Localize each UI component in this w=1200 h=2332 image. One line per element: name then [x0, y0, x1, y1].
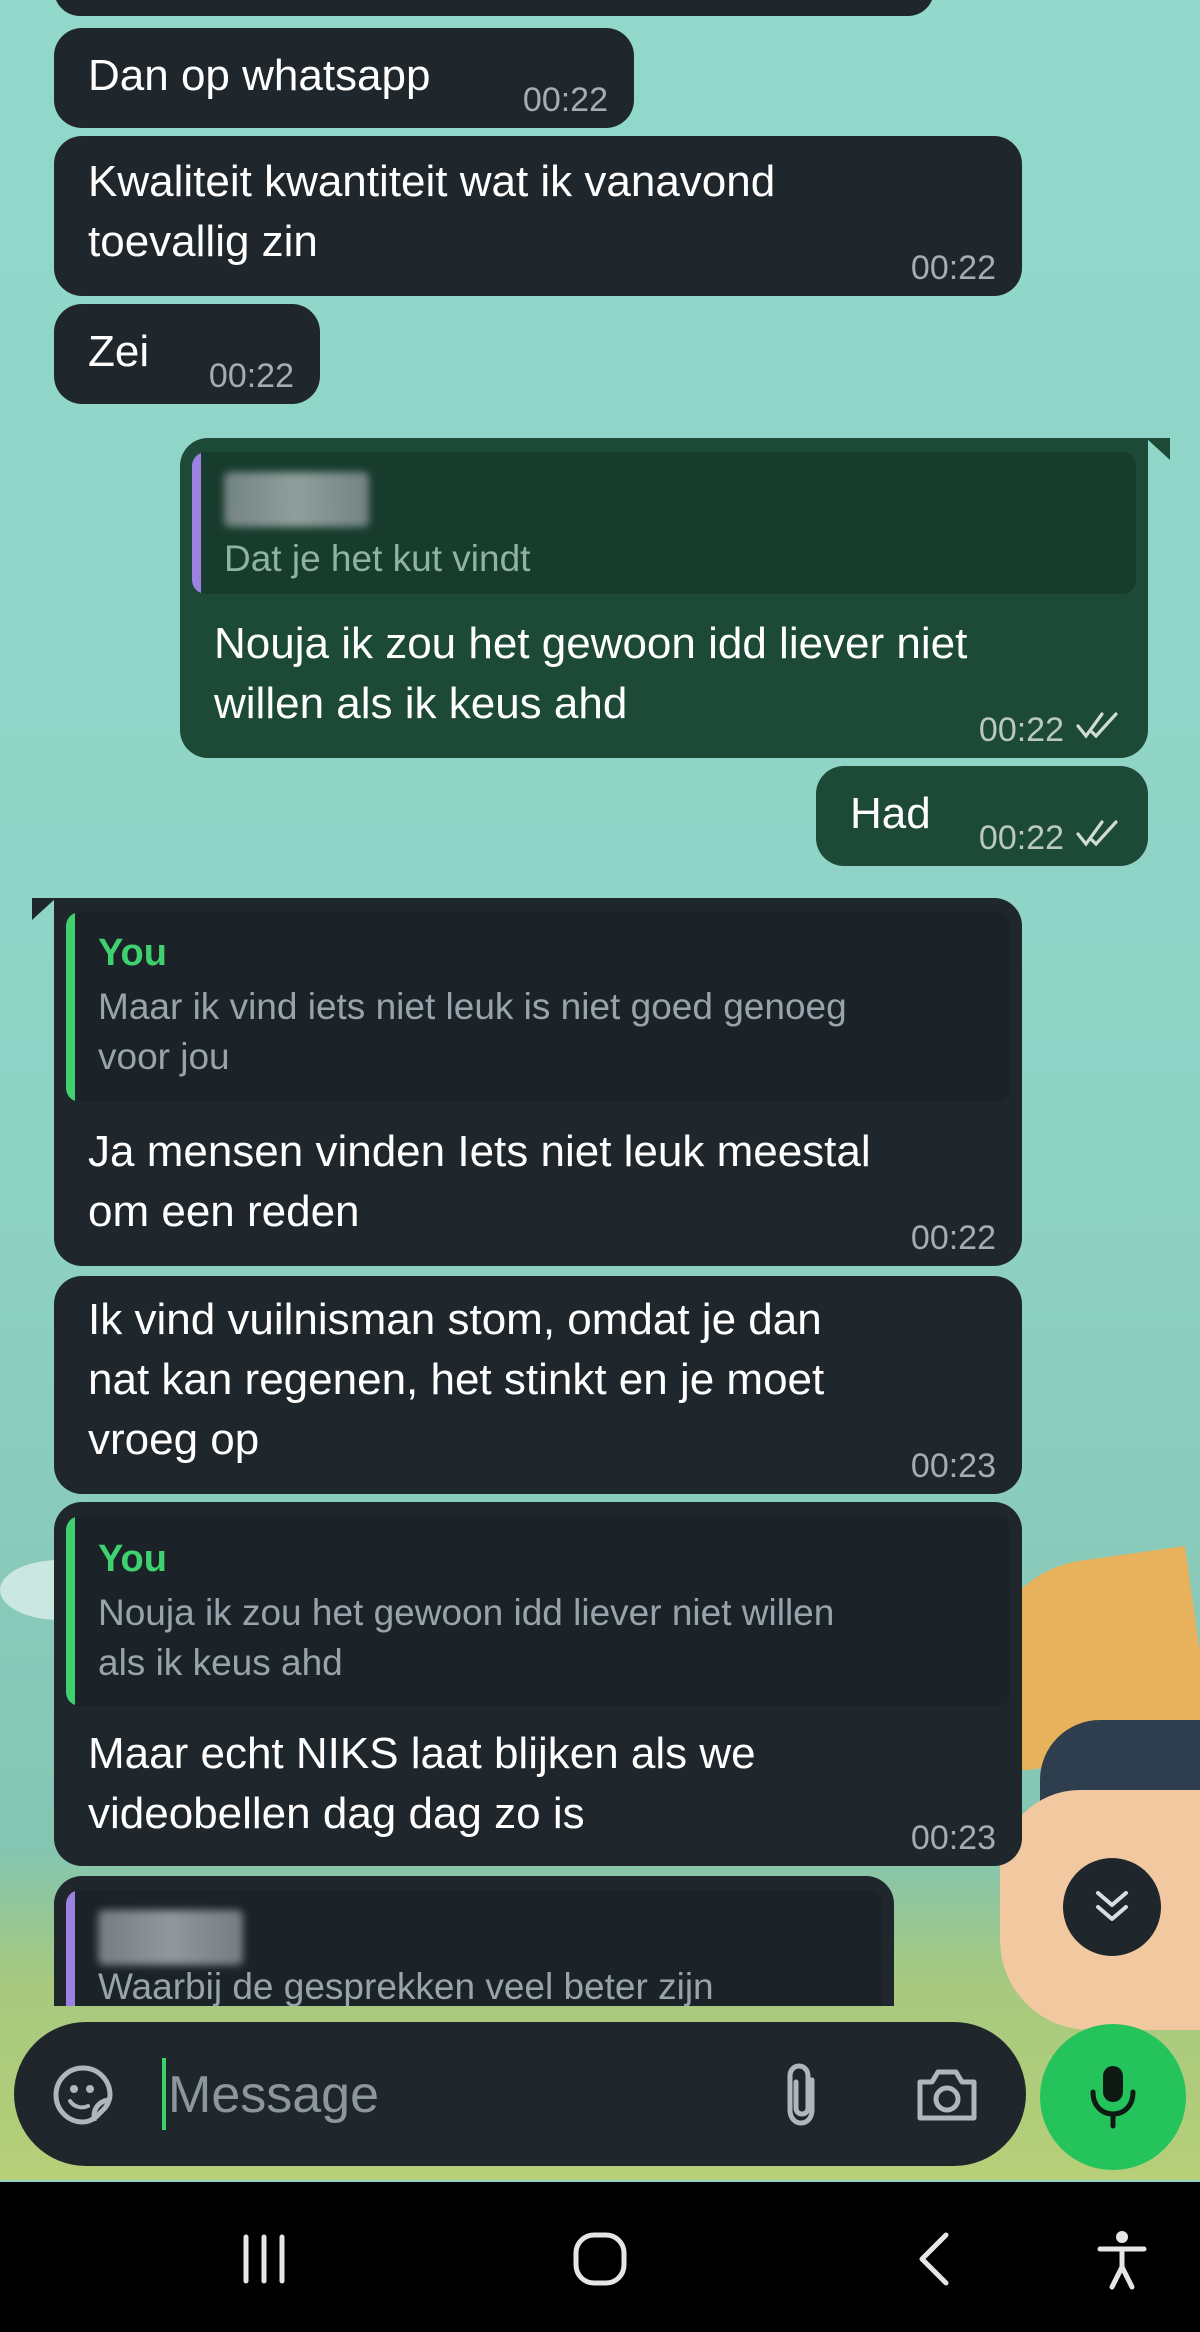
message-input[interactable] — [166, 2052, 770, 2138]
read-ticks-icon — [1076, 712, 1118, 739]
message-time: 00:23 — [910, 1819, 996, 1857]
previous-message-edge — [54, 0, 934, 16]
paperclip-icon[interactable] — [778, 2062, 828, 2128]
message-time: 00:22 — [522, 81, 608, 119]
message-time: 00:22 — [978, 711, 1064, 749]
accessibility-icon[interactable] — [1090, 2227, 1154, 2291]
message-bubble-outgoing[interactable]: Had 00:22 — [816, 766, 1148, 866]
reply-quote[interactable]: You Nouja ik zou het gewoon idd liever n… — [66, 1516, 1010, 1706]
message-text: Nouja ik zou het gewoon idd liever niet … — [214, 619, 968, 728]
message-text: Zei — [88, 327, 150, 376]
message-text: Ik vind vuilnisman stom, omdat je dan na… — [88, 1295, 825, 1464]
voice-message-button[interactable] — [1040, 2024, 1186, 2170]
home-icon[interactable] — [568, 2227, 632, 2291]
scroll-to-bottom-button[interactable] — [1063, 1858, 1161, 1956]
recent-apps-icon[interactable] — [232, 2227, 296, 2291]
message-text: Had — [850, 789, 931, 838]
message-bubble-incoming[interactable]: Zei 00:22 — [54, 304, 320, 404]
message-bubble-incoming[interactable]: You Maar ik vind iets niet leuk is niet … — [54, 898, 1022, 1266]
message-text: Kwaliteit kwantiteit wat ik vanavond toe… — [88, 157, 776, 266]
message-text: Dan op whatsapp — [88, 51, 431, 100]
quote-bar — [192, 452, 201, 594]
message-time: 00:22 — [910, 249, 996, 287]
camera-icon[interactable] — [914, 2066, 980, 2124]
double-chevron-down-icon — [1096, 1891, 1128, 1921]
quote-author-redacted — [224, 472, 369, 527]
quote-text: Nouja ik zou het gewoon idd liever niet … — [98, 1592, 835, 1683]
message-bubble-incoming[interactable]: Ik vind vuilnisman stom, omdat je dan na… — [54, 1276, 1022, 1494]
message-time: 00:22 — [208, 357, 294, 395]
quote-bar — [66, 912, 75, 1102]
message-text: Maar echt NIKS laat blijken als we video… — [88, 1729, 756, 1838]
quote-bar — [66, 1890, 75, 2006]
read-ticks-icon — [1076, 820, 1118, 847]
quote-text: Waarbij de gesprekken veel beter zijn — [98, 1966, 714, 2006]
sticker-icon[interactable] — [52, 2064, 114, 2126]
system-navigation-bar — [0, 2182, 1200, 2332]
message-bubble-incoming[interactable]: Kwaliteit kwantiteit wat ik vanavond toe… — [54, 136, 1022, 296]
message-composer — [14, 2022, 1026, 2166]
quote-text: Maar ik vind iets niet leuk is niet goed… — [98, 986, 847, 1077]
quote-author-redacted — [98, 1910, 243, 1965]
message-bubble-incoming[interactable]: You Nouja ik zou het gewoon idd liever n… — [54, 1502, 1022, 1866]
message-time: 00:22 — [978, 819, 1064, 857]
message-bubble-incoming[interactable]: Waarbij de gesprekken veel beter zijn — [54, 1876, 894, 2006]
quote-author: You — [98, 932, 167, 974]
reply-quote[interactable]: Waarbij de gesprekken veel beter zijn — [66, 1890, 882, 2006]
message-bubble-incoming[interactable]: Dan op whatsapp 00:22 — [54, 28, 634, 128]
bubble-tail — [32, 898, 56, 920]
quote-text: Dat je het kut vindt — [224, 538, 531, 579]
message-text: Ja mensen vinden Iets niet leuk meestal … — [88, 1127, 871, 1236]
quote-bar — [66, 1516, 75, 1706]
back-icon[interactable] — [904, 2227, 968, 2291]
reply-quote[interactable]: Dat je het kut vindt — [192, 452, 1136, 594]
microphone-icon — [1090, 2066, 1136, 2129]
reply-quote[interactable]: You Maar ik vind iets niet leuk is niet … — [66, 912, 1010, 1102]
quote-author: You — [98, 1538, 167, 1580]
bubble-tail — [1146, 438, 1170, 460]
message-bubble-outgoing[interactable]: Dat je het kut vindt Nouja ik zou het ge… — [180, 438, 1148, 758]
message-time: 00:22 — [910, 1219, 996, 1257]
message-time: 00:23 — [910, 1447, 996, 1485]
